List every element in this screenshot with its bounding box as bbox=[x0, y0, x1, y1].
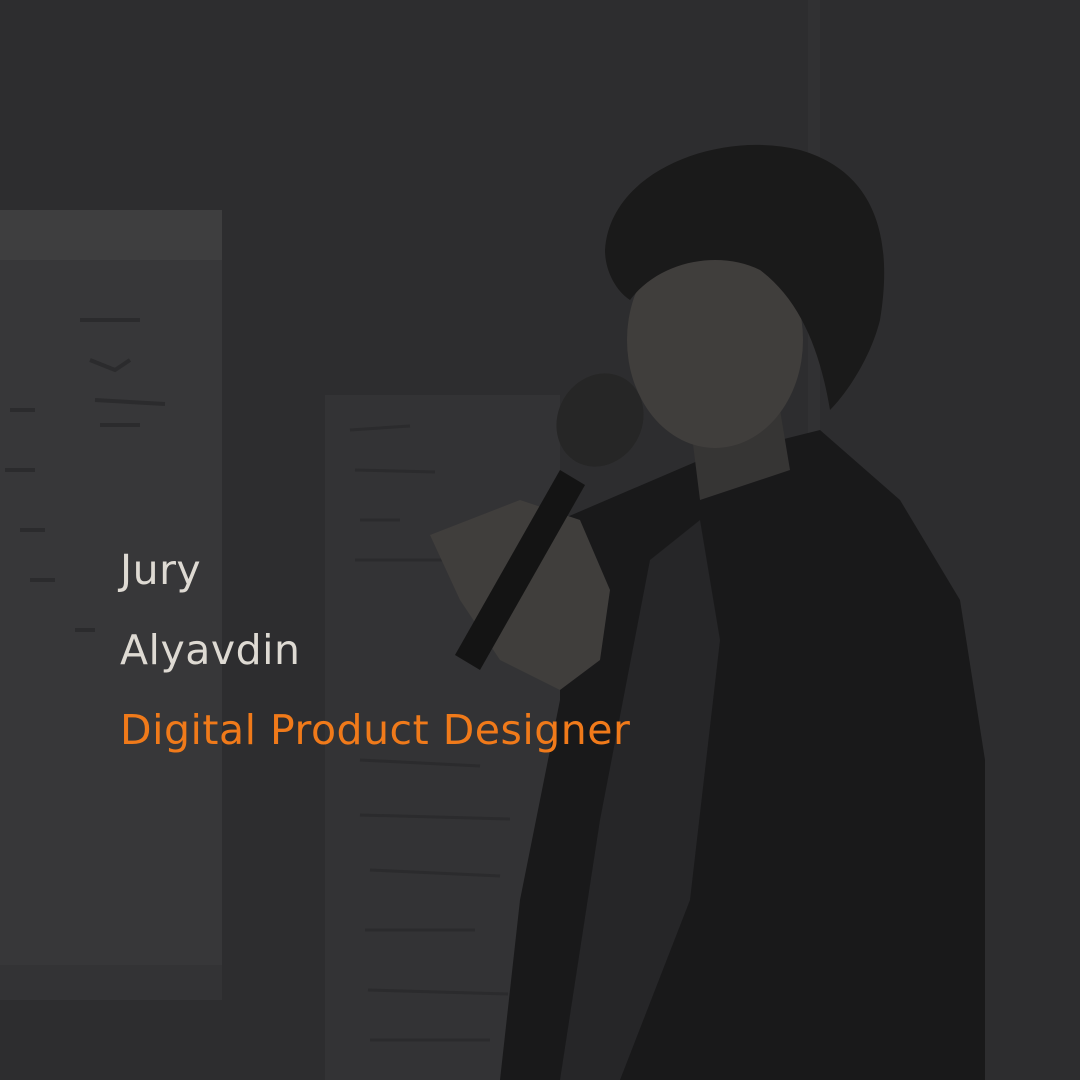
job-title: Digital Product Designer bbox=[120, 706, 631, 754]
poster-canvas: Jury Alyavdin Digital Product Designer bbox=[0, 0, 1080, 1080]
first-name: Jury bbox=[120, 546, 202, 594]
caption-block: Jury Alyavdin Digital Product Designer bbox=[120, 530, 630, 770]
last-name: Alyavdin bbox=[120, 626, 301, 674]
